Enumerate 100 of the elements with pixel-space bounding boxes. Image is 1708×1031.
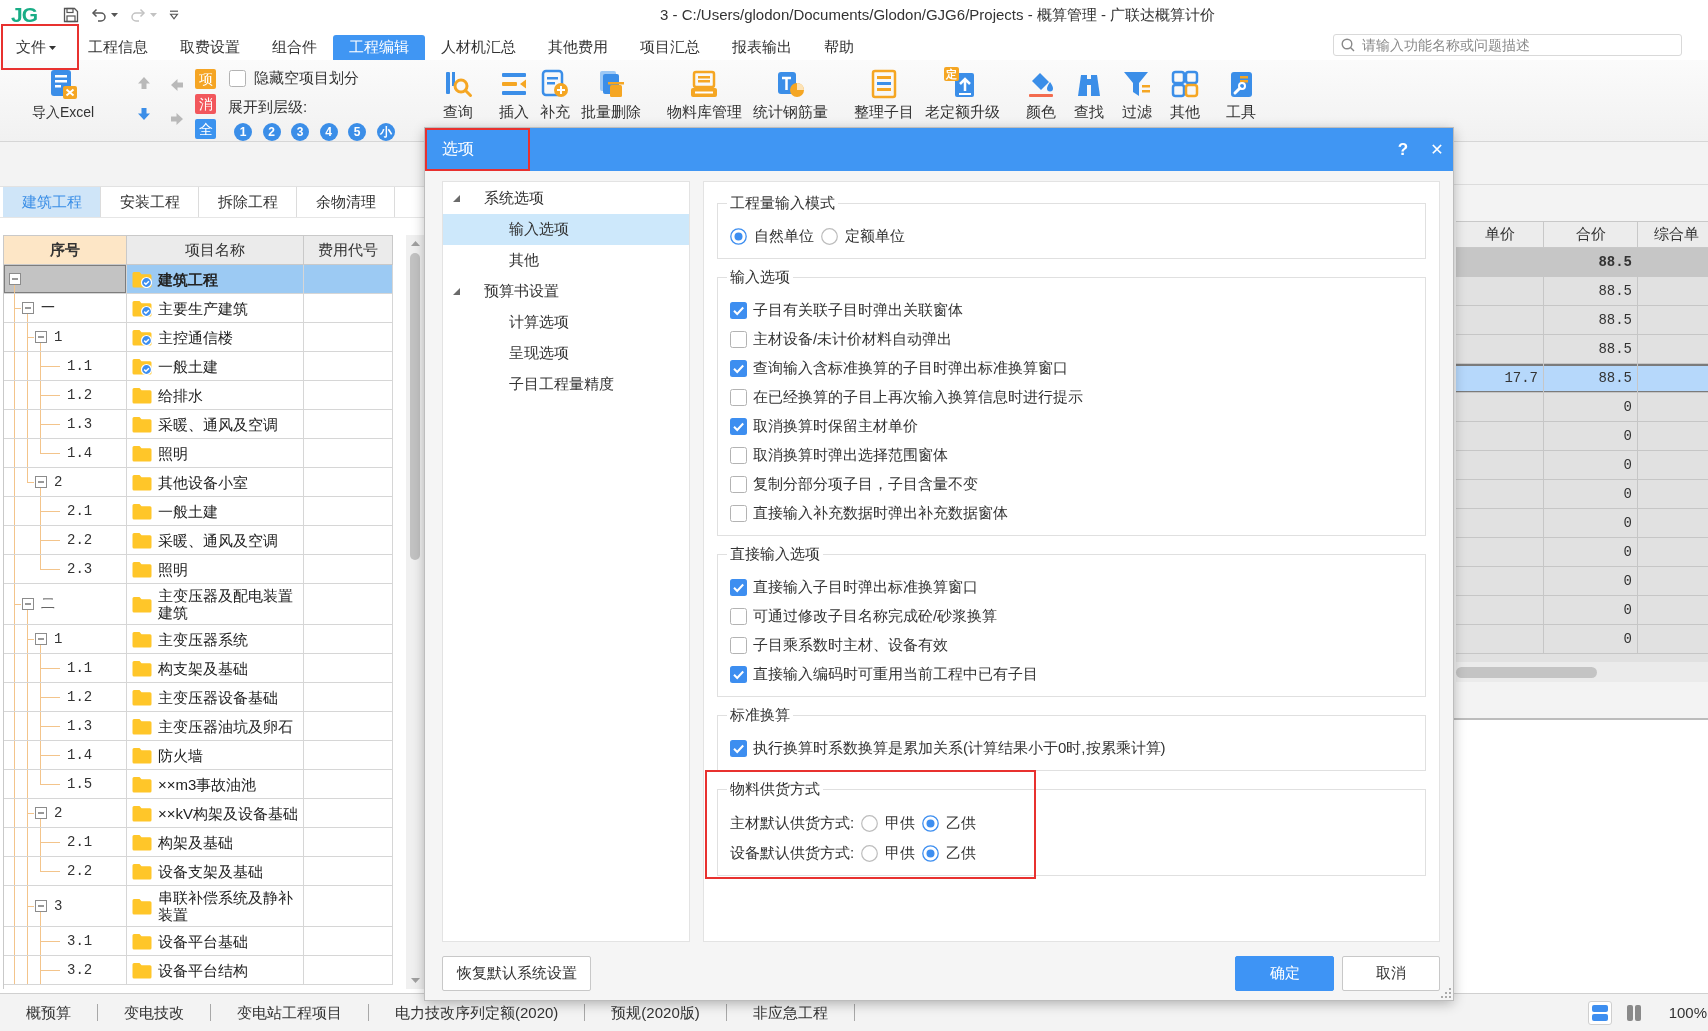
- checkbox[interactable]: [730, 608, 747, 625]
- collapse-icon[interactable]: [8, 273, 21, 285]
- upgrade-button[interactable]: 定 老定额升级: [920, 60, 1004, 121]
- cancel-button[interactable]: 取消: [1342, 956, 1440, 991]
- tree-row[interactable]: 一 主要生产建筑: [4, 294, 393, 323]
- vertical-scrollbar[interactable]: [406, 235, 424, 989]
- checkbox[interactable]: [730, 579, 747, 596]
- tree-row[interactable]: 1.1 构支架及基础: [4, 654, 393, 683]
- table-row[interactable]: 0: [1456, 596, 1708, 625]
- tree-row[interactable]: 1.3 主变压器油坑及卵石: [4, 712, 393, 741]
- table-row[interactable]: 0: [1456, 538, 1708, 567]
- table-row[interactable]: 0: [1456, 625, 1708, 654]
- tree-row[interactable]: 二 主变压器及配电装置建筑: [4, 584, 393, 625]
- tree-row[interactable]: 1.3 采暖、通风及空调: [4, 410, 393, 439]
- tree-row[interactable]: 3 串联补偿系统及静补装置: [4, 886, 393, 927]
- find-button[interactable]: 查找: [1069, 60, 1108, 121]
- sheet-tab[interactable]: 概预算: [0, 1004, 98, 1021]
- tree-row[interactable]: 2 其他设备小室: [4, 468, 393, 497]
- material-library-button[interactable]: 物料库管理: [662, 60, 746, 121]
- project-tab[interactable]: 余物清理: [297, 187, 395, 217]
- checkbox[interactable]: [730, 637, 747, 654]
- table-row[interactable]: 0: [1456, 422, 1708, 451]
- tools-button[interactable]: 工具: [1221, 60, 1260, 121]
- tree-row[interactable]: 1.4 防火墙: [4, 741, 393, 770]
- color-button[interactable]: 颜色: [1021, 60, 1060, 121]
- checkbox[interactable]: [229, 69, 246, 87]
- save-icon[interactable]: [63, 7, 79, 23]
- collapse-icon[interactable]: [34, 331, 47, 343]
- nav-item[interactable]: 子目工程量精度: [443, 369, 689, 400]
- menu-item[interactable]: 取费设置: [164, 35, 256, 60]
- arrow-down-icon[interactable]: [137, 107, 151, 121]
- tree-row[interactable]: 1.1 一般土建: [4, 352, 393, 381]
- project-tab[interactable]: 安装工程: [101, 187, 199, 217]
- sheet-tab[interactable]: 非应急工程: [726, 1004, 855, 1021]
- sheet-tab[interactable]: 预规(2020版): [585, 1004, 727, 1021]
- tidy-button[interactable]: 整理子目: [849, 60, 918, 121]
- scroll-down-icon[interactable]: [410, 978, 420, 983]
- tree-row[interactable]: 2.1 一般土建: [4, 497, 393, 526]
- tree-row[interactable]: 1.2 主变压器设备基础: [4, 683, 393, 712]
- nav-item[interactable]: 系统选项: [443, 183, 689, 214]
- menu-item[interactable]: 项目汇总: [624, 35, 716, 60]
- query-button[interactable]: 查询: [438, 60, 477, 121]
- table-row[interactable]: 88.5: [1456, 277, 1708, 306]
- nav-item[interactable]: 呈现选项: [443, 338, 689, 369]
- tree-row[interactable]: 1.5 ××m3事故油池: [4, 770, 393, 799]
- checkbox[interactable]: [730, 447, 747, 464]
- resize-grip-icon[interactable]: [1441, 988, 1451, 998]
- menu-item[interactable]: 其他费用: [532, 35, 624, 60]
- sheet-tab[interactable]: 变电站工程项目: [211, 1004, 369, 1021]
- scroll-up-icon[interactable]: [410, 241, 420, 246]
- sheet-tab[interactable]: 变电技改: [98, 1004, 211, 1021]
- table-row[interactable]: 88.5: [1456, 335, 1708, 364]
- supplement-button[interactable]: 补充: [535, 60, 574, 121]
- horizontal-scrollbar[interactable]: [1456, 662, 1708, 682]
- table-row[interactable]: 0: [1456, 451, 1708, 480]
- collapse-icon[interactable]: [21, 598, 34, 610]
- table-row[interactable]: 0: [1456, 509, 1708, 538]
- import-excel-button[interactable]: 导入Excel: [25, 60, 101, 121]
- radio-button[interactable]: [922, 814, 940, 832]
- checkbox[interactable]: [730, 302, 747, 319]
- radio-button[interactable]: [861, 814, 879, 832]
- tree-row[interactable]: 2.2 采暖、通风及空调: [4, 526, 393, 555]
- tree-row[interactable]: 2.3 照明: [4, 555, 393, 584]
- tree-row[interactable]: 1 主变压器系统: [4, 625, 393, 654]
- menu-item[interactable]: 人材机汇总: [425, 35, 532, 60]
- more-button[interactable]: 其他: [1165, 60, 1204, 121]
- restore-defaults-button[interactable]: 恢复默认系统设置: [442, 956, 591, 991]
- checkbox[interactable]: [730, 476, 747, 493]
- checkbox[interactable]: [730, 331, 747, 348]
- tree-row[interactable]: 2 ××kV构架及设备基础: [4, 799, 393, 828]
- table-row[interactable]: 88.5: [1456, 306, 1708, 335]
- collapse-icon[interactable]: [34, 807, 47, 819]
- undo-icon[interactable]: [91, 7, 107, 23]
- expanded-triangle-icon[interactable]: [453, 195, 460, 202]
- tree-row[interactable]: 1.2 给排水: [4, 381, 393, 410]
- checkbox[interactable]: [730, 666, 747, 683]
- scrollbar-thumb[interactable]: [1456, 666, 1597, 678]
- checkbox[interactable]: [730, 740, 747, 757]
- nav-item[interactable]: 输入选项: [443, 214, 689, 245]
- collapse-icon[interactable]: [34, 900, 47, 912]
- table-row[interactable]: 17.7 88.5: [1456, 364, 1708, 393]
- collapse-icon[interactable]: [34, 633, 47, 645]
- nav-item[interactable]: 其他: [443, 245, 689, 276]
- tree-row[interactable]: 3.2 设备平台结构: [4, 956, 393, 985]
- checkbox[interactable]: [730, 360, 747, 377]
- radio-button[interactable]: [922, 844, 940, 862]
- radio-button[interactable]: [821, 228, 838, 245]
- tree-row[interactable]: 2.2 设备支架及基础: [4, 857, 393, 886]
- menu-item[interactable]: 工程信息: [72, 35, 164, 60]
- radio-button[interactable]: [861, 844, 879, 862]
- radio-button[interactable]: [730, 228, 747, 245]
- batch-delete-button[interactable]: 批量删除: [576, 60, 645, 121]
- sheet-tab[interactable]: 电力技改序列定额(2020): [369, 1004, 586, 1021]
- project-tab[interactable]: 拆除工程: [199, 187, 297, 217]
- table-row[interactable]: 88.5: [1456, 248, 1708, 277]
- nav-item[interactable]: 计算选项: [443, 307, 689, 338]
- menu-item[interactable]: 帮助: [808, 35, 870, 60]
- rebar-button[interactable]: 统计钢筋量: [748, 60, 832, 121]
- table-row[interactable]: 0: [1456, 480, 1708, 509]
- table-row[interactable]: 0: [1456, 567, 1708, 596]
